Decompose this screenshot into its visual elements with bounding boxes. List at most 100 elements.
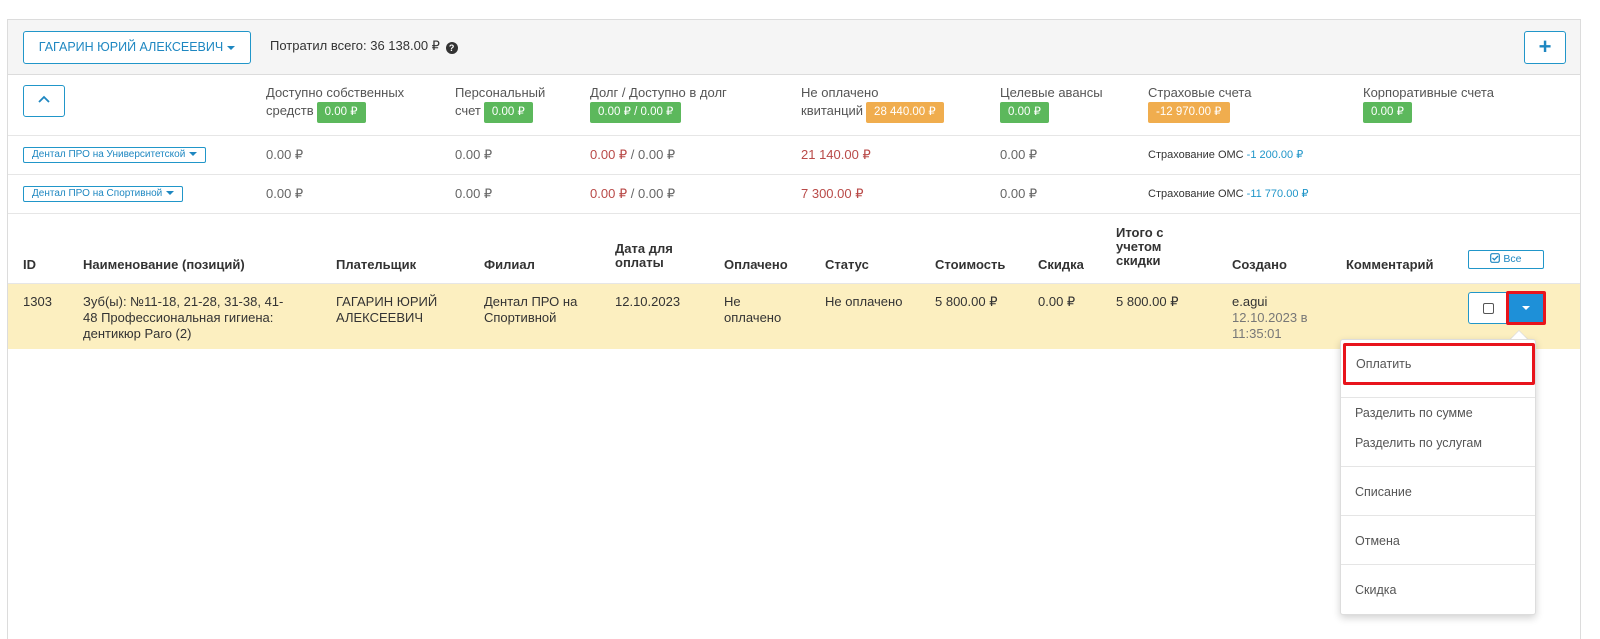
corporate-summary: Корпоративные счета 0.00 ₽ (1363, 84, 1494, 123)
branch-own-funds: 0.00 ₽ (266, 186, 304, 201)
cell-branch-l1: Дентал ПРО на (484, 294, 578, 309)
cell-branch-l2: Спортивной (484, 310, 557, 325)
own-funds-label-1: Доступно собственных (266, 85, 405, 100)
menu-item-split-by-services[interactable]: Разделить по услугам (1355, 436, 1482, 450)
cell-name-l2: 48 Профессиональная гигиена: (83, 310, 274, 325)
chevron-down-icon (1522, 306, 1530, 310)
own-funds-label-2: средств (266, 103, 314, 118)
col-created[interactable]: Создано (1232, 258, 1287, 272)
menu-item-discount[interactable]: Скидка (1355, 583, 1396, 597)
branch-dropdown-button[interactable]: Дентал ПРО на Университетской (23, 147, 207, 163)
col-paid[interactable]: Оплачено (724, 258, 788, 272)
unpaid-label-1: Не оплачено (801, 85, 879, 100)
plus-icon: + (1538, 34, 1552, 59)
branch-insurance-label: Страхование ОМС (1148, 188, 1244, 200)
col-total-l2: учетом (1116, 239, 1162, 254)
branch-debt: 0.00 ₽ / 0.00 ₽ (590, 147, 675, 163)
debt-summary: Долг / Доступно в долг 0.00 ₽ / 0.00 ₽ (590, 84, 727, 123)
cell-created-time: 11:35:01 (1232, 326, 1282, 341)
cell-id: 1303 (23, 294, 52, 309)
cell-payer: ГАГАРИН ЮРИЙ АЛЕКСЕЕВИЧ (336, 294, 437, 326)
row-select-checkbox[interactable] (1468, 292, 1508, 324)
col-comment[interactable]: Комментарий (1346, 258, 1434, 272)
insurance-badge: -12 970.00 ₽ (1148, 102, 1230, 123)
personal-label-2: счет (455, 103, 481, 118)
personal-badge: 0.00 ₽ (483, 102, 533, 123)
col-total[interactable]: Итого с учетом скидки (1116, 226, 1164, 268)
menu-item-write-off[interactable]: Списание (1355, 485, 1412, 499)
branch-name: Дентал ПРО на Университетской (32, 149, 186, 160)
branch-personal: 0.00 ₽ (455, 186, 493, 201)
cell-paid-l1: Не (724, 294, 741, 309)
select-all-button[interactable]: Все (1468, 250, 1544, 269)
col-id[interactable]: ID (23, 258, 36, 272)
col-discount[interactable]: Скидка (1038, 258, 1084, 272)
unpaid-label-2: квитанций (801, 103, 864, 118)
branch-personal: 0.00 ₽ (455, 147, 493, 162)
col-branch[interactable]: Филиал (484, 258, 535, 272)
corporate-label: Корпоративные счета (1363, 85, 1494, 100)
patient-dropdown-button[interactable]: ГАГАРИН ЮРИЙ АЛЕКСЕЕВИЧ (23, 31, 251, 64)
row-actions-dropdown-button[interactable] (1506, 291, 1546, 325)
col-status[interactable]: Статус (825, 258, 869, 272)
unpaid-badge: 28 440.00 ₽ (866, 102, 944, 123)
menu-item-pay[interactable]: Оплатить (1343, 343, 1535, 385)
collapse-button[interactable] (23, 85, 65, 117)
branch-own-funds: 0.00 ₽ (266, 147, 304, 162)
cell-branch: Дентал ПРО на Спортивной (484, 294, 577, 326)
total-spent: Потратил всего: 36 138.00 ₽ ? (270, 38, 458, 54)
corporate-badge: 0.00 ₽ (1363, 102, 1412, 123)
cell-name-l3: дентикюр Paro (2) (83, 326, 192, 341)
cell-name-link[interactable]: Зуб(ы): №11-18, 21-28, 31-38, 41- 48 Про… (83, 294, 283, 342)
chevron-down-icon (166, 191, 175, 196)
target-advances-summary: Целевые авансы 0.00 ₽ (1000, 84, 1103, 123)
question-icon[interactable]: ? (445, 42, 458, 54)
branch-debt: 0.00 ₽ / 0.00 ₽ (590, 186, 675, 202)
branch-row: Дентал ПРО на Спортивной 0.00 ₽ 0.00 ₽ 0… (8, 175, 1580, 214)
col-due-date[interactable]: Дата для оплаты (615, 242, 673, 270)
add-button[interactable]: + (1524, 31, 1566, 64)
personal-label-1: Персональный (455, 85, 546, 100)
own-funds-badge: 0.00 ₽ (316, 102, 366, 123)
cell-paid-l2: оплачено (724, 310, 782, 325)
col-cost[interactable]: Стоимость (935, 258, 1005, 272)
cell-due-date: 12.10.2023 (615, 294, 681, 309)
insurance-summary: Страховые счета -12 970.00 ₽ (1148, 84, 1251, 123)
invoice-table-header: ID Наименование (позиций) Плательщик Фил… (8, 214, 1580, 284)
menu-divider (1341, 466, 1535, 467)
branch-insurance: Страхование ОМС -1 200.00 ₽ (1148, 148, 1303, 161)
checkbox-icon (1483, 303, 1494, 314)
target-badge: 0.00 ₽ (1000, 102, 1049, 123)
cell-total: 5 800.00 ₽ (1116, 294, 1179, 309)
menu-divider (1341, 397, 1535, 398)
col-due-date-l2: оплаты (615, 255, 664, 270)
personal-account-summary: Персональный счет 0.00 ₽ (455, 84, 545, 123)
col-name[interactable]: Наименование (позиций) (83, 258, 245, 272)
menu-divider (1341, 515, 1535, 516)
menu-item-cancel[interactable]: Отмена (1355, 534, 1400, 548)
menu-divider (1341, 564, 1535, 565)
col-payer[interactable]: Плательщик (336, 258, 416, 272)
patient-toolbar: ГАГАРИН ЮРИЙ АЛЕКСЕЕВИЧ Потратил всего: … (8, 20, 1580, 75)
branch-debt-available: / 0.00 ₽ (627, 147, 676, 162)
cell-name-l1: Зуб(ы): №11-18, 21-28, 31-38, 41- (83, 294, 284, 309)
menu-arrow-inner (1511, 331, 1527, 339)
branch-insurance-value[interactable]: -11 770.00 ₽ (1247, 188, 1309, 200)
branch-insurance-value[interactable]: -1 200.00 ₽ (1247, 149, 1304, 161)
branch-unpaid: 21 140.00 ₽ (801, 147, 871, 162)
branch-row: Дентал ПРО на Университетской 0.00 ₽ 0.0… (8, 136, 1580, 175)
patient-name: ГАГАРИН ЮРИЙ АЛЕКСЕЕВИЧ (38, 40, 224, 54)
menu-item-split-by-sum[interactable]: Разделить по сумме (1355, 406, 1473, 420)
chevron-up-icon (38, 95, 50, 103)
own-funds-summary: Доступно собственных средств 0.00 ₽ (266, 84, 404, 123)
menu-item-pay-label: Оплатить (1356, 357, 1412, 371)
col-total-l3: скидки (1116, 253, 1161, 268)
cell-paid: Не оплачено (724, 294, 781, 326)
chevron-down-icon (189, 152, 198, 157)
branch-unpaid: 7 300.00 ₽ (801, 186, 864, 201)
spent-label: Потратил всего: 36 138.00 ₽ (270, 38, 440, 53)
col-total-l1: Итого с (1116, 225, 1164, 240)
branch-dropdown-button[interactable]: Дентал ПРО на Спортивной (23, 186, 184, 202)
cell-discount: 0.00 ₽ (1038, 294, 1076, 309)
insurance-label: Страховые счета (1148, 85, 1252, 100)
